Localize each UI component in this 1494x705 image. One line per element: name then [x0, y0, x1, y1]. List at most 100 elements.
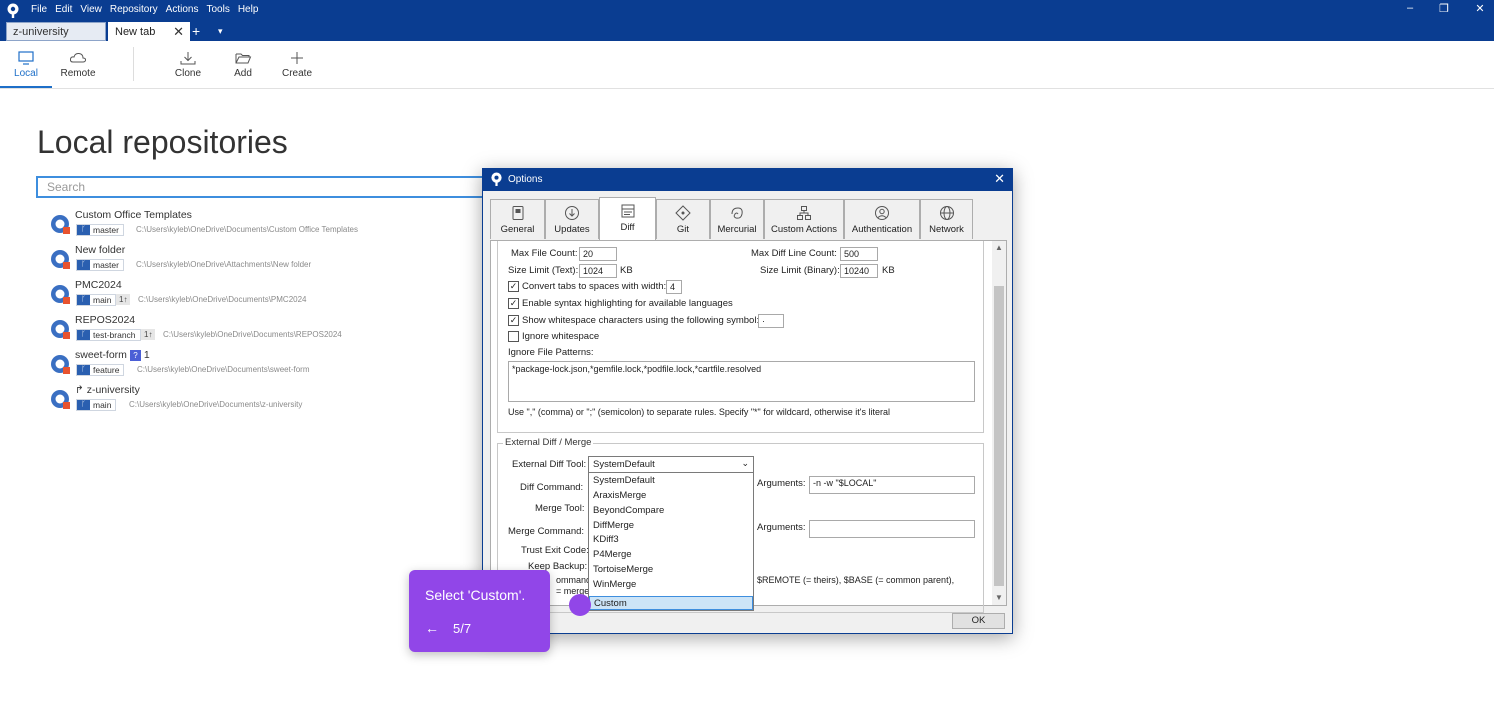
create-label: Create [281, 68, 312, 79]
ahead-count: 1↑ [141, 329, 156, 340]
repo-item[interactable]: Custom Office Templates ᚴ master C:\Users… [50, 209, 490, 239]
option-custom[interactable]: Custom [589, 596, 753, 610]
tab-label: Authentication [851, 224, 913, 235]
repo-icon [51, 355, 70, 374]
branch-badge: ᚴ master [76, 259, 124, 271]
scroll-up-icon[interactable]: ▲ [995, 243, 1003, 252]
toolbar-divider [133, 47, 134, 81]
option-tortoisemerge[interactable]: TortoiseMerge [589, 563, 753, 577]
dialog-title: Options [508, 174, 543, 185]
menu-edit[interactable]: Edit [55, 3, 72, 17]
repo-icon [51, 320, 70, 339]
max-diff-line-label: Max Diff Line Count: [751, 248, 837, 259]
title-bar: File Edit View Repository Actions Tools … [0, 0, 1494, 41]
untracked-badge: ? [129, 350, 141, 361]
repo-name: PMC2024 [75, 279, 122, 291]
menu-file[interactable]: File [31, 3, 47, 17]
ext-diff-tool-dropdown: SystemDefault AraxisMerge BeyondCompare … [588, 472, 754, 611]
tab-authentication[interactable]: Authentication [844, 199, 920, 239]
tab-label: Network [929, 224, 964, 235]
ignore-patterns-label: Ignore File Patterns: [508, 347, 594, 358]
show-whitespace-checkbox[interactable]: ✓ [508, 315, 519, 326]
tab-updates[interactable]: Updates [545, 199, 599, 239]
menu-view[interactable]: View [80, 3, 102, 17]
add-button[interactable]: Add [217, 41, 269, 88]
repo-item[interactable]: sweet-form? 1 ᚴ feature C:\Users\kyleb\On… [50, 349, 490, 379]
diff-settings-panel: Max File Count: 20 Max Diff Line Count: … [490, 240, 1007, 613]
repo-path: C:\Users\kyleb\OneDrive\Documents\REPOS2… [163, 330, 342, 339]
ignore-patterns-textarea[interactable]: *package-lock.json,*gemfile.lock,*podfil… [508, 361, 975, 402]
diff-settings-group: Max File Count: 20 Max Diff Line Count: … [497, 241, 984, 433]
menu-actions[interactable]: Actions [166, 3, 199, 17]
ext-diff-tool-select[interactable]: SystemDefault ⌄ [588, 456, 754, 473]
clone-button[interactable]: Clone [162, 41, 214, 88]
tab-git[interactable]: Git [656, 199, 710, 239]
max-diff-line-field[interactable]: 500 [840, 247, 878, 261]
convert-tabs-checkbox[interactable]: ✓ [508, 281, 519, 292]
app-logo-icon [491, 172, 502, 186]
tab-label: Git [676, 224, 690, 235]
search-input[interactable]: Search [36, 176, 496, 198]
tab-label: New tab [115, 26, 156, 38]
tab-z-university[interactable]: z-university [6, 22, 106, 41]
local-button[interactable]: Local [0, 41, 52, 88]
max-file-count-field[interactable]: 20 [579, 247, 617, 261]
tutorial-tooltip: Select 'Custom'. ← 5/7 [409, 570, 550, 652]
create-button[interactable]: Create [271, 41, 323, 88]
back-arrow-icon[interactable]: ← [425, 620, 439, 636]
size-limit-text-field[interactable]: 1024 [579, 264, 617, 278]
repo-path: C:\Users\kyleb\OneDrive\Documents\PMC202… [138, 295, 307, 304]
scroll-thumb[interactable] [994, 286, 1004, 586]
toolbar: Local Remote Clone Add Create [0, 41, 1494, 89]
diff-arguments-field[interactable]: -n -w "$LOCAL" [809, 476, 975, 494]
repo-item[interactable]: New folder ᚴ master C:\Users\kyleb\OneDri… [50, 244, 490, 274]
option-systemdefault[interactable]: SystemDefault [589, 474, 753, 488]
trust-exit-code-label: Trust Exit Code: [521, 545, 589, 556]
option-p4merge[interactable]: P4Merge [589, 548, 753, 562]
menu-repository[interactable]: Repository [110, 3, 158, 17]
branch-badge: ᚴ master [76, 224, 124, 236]
tab-network[interactable]: Network [920, 199, 973, 239]
tab-diff[interactable]: Diff [599, 197, 656, 241]
whitespace-symbol-field[interactable]: · [758, 314, 784, 328]
option-diffmerge[interactable]: DiffMerge [589, 519, 753, 533]
vertical-scrollbar[interactable]: ▲ ▼ [992, 241, 1006, 605]
variables-hint-text: $REMOTE (= theirs), $BASE (= common pare… [757, 575, 955, 585]
close-tab-icon[interactable]: ✕ [173, 24, 184, 40]
repo-item[interactable]: ↱ z-university ᚴ main C:\Users\kyleb\OneD… [50, 384, 490, 414]
add-tab-icon[interactable]: + [192, 22, 200, 40]
ignore-whitespace-checkbox[interactable] [508, 331, 519, 342]
option-beyondcompare[interactable]: BeyondCompare [589, 504, 753, 518]
syntax-highlighting-checkbox[interactable]: ✓ [508, 298, 519, 309]
ok-button[interactable]: OK [952, 613, 1005, 629]
option-kdiff3[interactable]: KDiff3 [589, 533, 753, 547]
clone-label: Clone [174, 68, 202, 79]
command-hint-partial: ommand [556, 575, 592, 585]
option-winmerge[interactable]: WinMerge [589, 578, 753, 592]
minimize-icon[interactable]: – [1403, 2, 1417, 14]
tab-dropdown-icon[interactable]: ▾ [218, 22, 223, 40]
tab-width-field[interactable]: 4 [666, 280, 682, 294]
local-label: Local [14, 68, 38, 79]
tab-new-tab[interactable]: New tab ✕ [108, 22, 190, 41]
restore-icon[interactable]: ❐ [1437, 2, 1451, 15]
chevron-down-icon: ⌄ [741, 458, 749, 468]
menu-help[interactable]: Help [238, 3, 259, 17]
close-window-icon[interactable]: ✕ [1473, 2, 1487, 15]
tab-custom-actions[interactable]: Custom Actions [764, 199, 844, 239]
remote-button[interactable]: Remote [52, 41, 104, 88]
scroll-down-icon[interactable]: ▼ [995, 593, 1003, 602]
tab-mercurial[interactable]: Mercurial [710, 199, 764, 239]
pointer-dot [569, 594, 591, 616]
repo-item[interactable]: PMC2024 ᚴ main 1↑ C:\Users\kyleb\OneDrive… [50, 279, 490, 309]
repo-path: C:\Users\kyleb\OneDrive\Documents\Custom… [136, 225, 359, 234]
tab-row: z-university New tab ✕ [0, 22, 1494, 41]
close-dialog-icon[interactable]: ✕ [994, 171, 1005, 187]
branch-name: master [93, 260, 119, 270]
menu-tools[interactable]: Tools [206, 3, 229, 17]
option-araxismerge[interactable]: AraxisMerge [589, 489, 753, 503]
repo-item[interactable]: REPOS2024 ᚴ test-branch 1↑ C:\Users\kyleb… [50, 314, 490, 344]
tab-general[interactable]: General [490, 199, 545, 239]
size-limit-binary-field[interactable]: 10240 [840, 264, 878, 278]
merge-arguments-field[interactable] [809, 520, 975, 538]
